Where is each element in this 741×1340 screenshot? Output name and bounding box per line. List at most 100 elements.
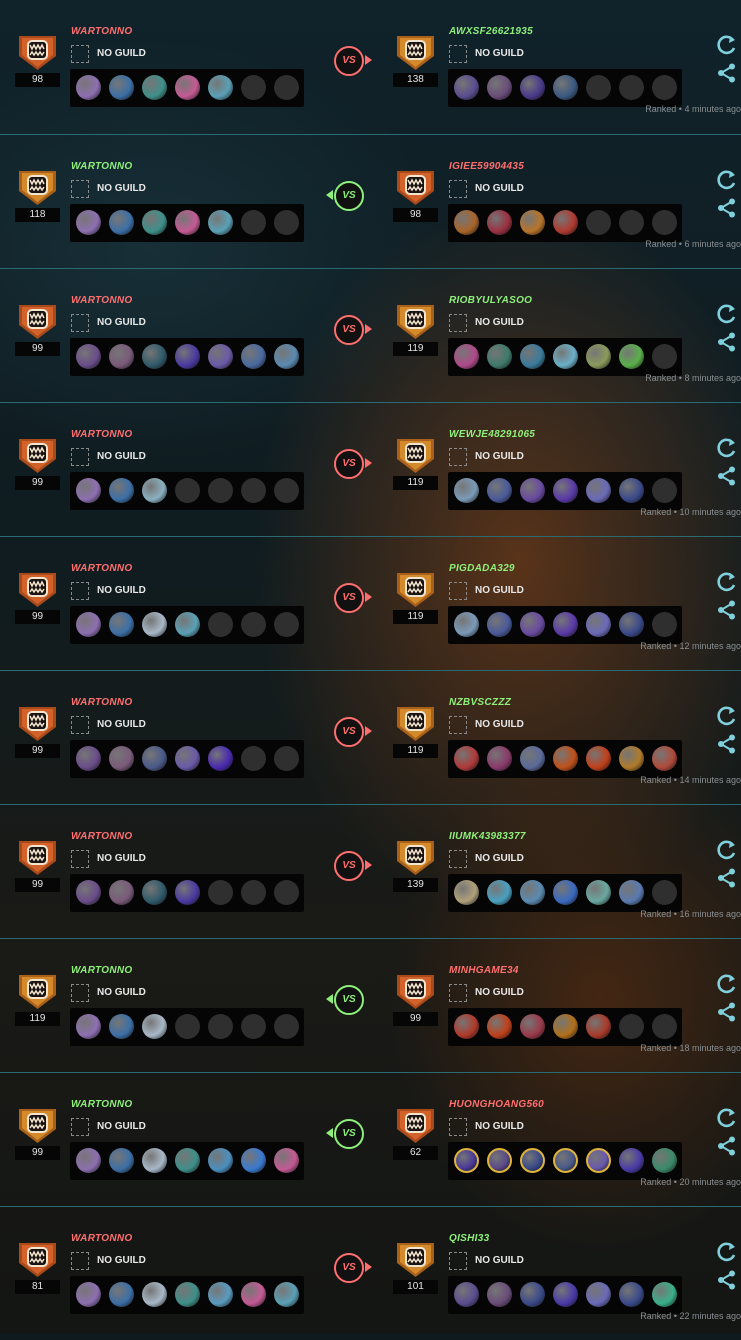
replay-icon[interactable] [716, 571, 738, 593]
player-name-link[interactable]: WARTONNO [71, 697, 132, 708]
champion-portrait-icon[interactable] [142, 1148, 167, 1173]
champion-portrait-icon[interactable] [487, 1282, 512, 1307]
share-icon[interactable] [716, 733, 738, 755]
champion-portrait-icon[interactable] [142, 1014, 167, 1039]
champion-portrait-icon[interactable] [454, 1148, 479, 1173]
champion-portrait-icon[interactable] [175, 210, 200, 235]
champion-portrait-icon[interactable] [175, 344, 200, 369]
champion-portrait-icon[interactable] [520, 1148, 545, 1173]
champion-portrait-icon[interactable] [76, 344, 101, 369]
champion-portrait-icon[interactable] [175, 1282, 200, 1307]
champion-portrait-icon[interactable] [586, 746, 611, 771]
champion-portrait-icon[interactable] [454, 612, 479, 637]
player-name-link[interactable]: WARTONNO [71, 429, 132, 440]
champion-portrait-icon[interactable] [142, 880, 167, 905]
champion-portrait-icon[interactable] [142, 210, 167, 235]
champion-portrait-icon[interactable] [109, 1148, 134, 1173]
champion-portrait-icon[interactable] [142, 746, 167, 771]
champion-portrait-icon[interactable] [109, 75, 134, 100]
champion-portrait-icon[interactable] [274, 1148, 299, 1173]
champion-portrait-icon[interactable] [487, 210, 512, 235]
champion-portrait-icon[interactable] [142, 1282, 167, 1307]
champion-portrait-icon[interactable] [109, 210, 134, 235]
champion-portrait-icon[interactable] [553, 1282, 578, 1307]
replay-icon[interactable] [716, 169, 738, 191]
champion-portrait-icon[interactable] [274, 344, 299, 369]
champion-portrait-icon[interactable] [487, 344, 512, 369]
share-icon[interactable] [716, 197, 738, 219]
champion-portrait-icon[interactable] [652, 1148, 677, 1173]
replay-icon[interactable] [716, 1107, 738, 1129]
champion-portrait-icon[interactable] [619, 746, 644, 771]
champion-portrait-icon[interactable] [553, 612, 578, 637]
champion-portrait-icon[interactable] [652, 1282, 677, 1307]
player-name-link[interactable]: WARTONNO [71, 161, 132, 172]
champion-portrait-icon[interactable] [454, 344, 479, 369]
champion-portrait-icon[interactable] [520, 1282, 545, 1307]
champion-portrait-icon[interactable] [109, 746, 134, 771]
champion-portrait-icon[interactable] [175, 746, 200, 771]
champion-portrait-icon[interactable] [487, 1148, 512, 1173]
champion-portrait-icon[interactable] [142, 478, 167, 503]
champion-portrait-icon[interactable] [520, 746, 545, 771]
champion-portrait-icon[interactable] [487, 1014, 512, 1039]
player-name-link[interactable]: WARTONNO [71, 563, 132, 574]
champion-portrait-icon[interactable] [454, 746, 479, 771]
champion-portrait-icon[interactable] [619, 612, 644, 637]
player-name-link[interactable]: AWXSF26621935 [449, 26, 533, 37]
share-icon[interactable] [716, 62, 738, 84]
player-name-link[interactable]: WARTONNO [71, 295, 132, 306]
champion-portrait-icon[interactable] [208, 210, 233, 235]
champion-portrait-icon[interactable] [76, 1282, 101, 1307]
replay-icon[interactable] [716, 705, 738, 727]
champion-portrait-icon[interactable] [76, 880, 101, 905]
champion-portrait-icon[interactable] [553, 746, 578, 771]
champion-portrait-icon[interactable] [454, 210, 479, 235]
champion-portrait-icon[interactable] [76, 1148, 101, 1173]
share-icon[interactable] [716, 599, 738, 621]
champion-portrait-icon[interactable] [241, 1148, 266, 1173]
champion-portrait-icon[interactable] [586, 880, 611, 905]
champion-portrait-icon[interactable] [553, 880, 578, 905]
champion-portrait-icon[interactable] [520, 880, 545, 905]
champion-portrait-icon[interactable] [109, 1014, 134, 1039]
champion-portrait-icon[interactable] [175, 1148, 200, 1173]
champion-portrait-icon[interactable] [586, 1148, 611, 1173]
champion-portrait-icon[interactable] [274, 1282, 299, 1307]
champion-portrait-icon[interactable] [619, 344, 644, 369]
champion-portrait-icon[interactable] [175, 75, 200, 100]
player-name-link[interactable]: WARTONNO [71, 965, 132, 976]
champion-portrait-icon[interactable] [553, 1014, 578, 1039]
player-name-link[interactable]: WARTONNO [71, 1233, 132, 1244]
champion-portrait-icon[interactable] [208, 746, 233, 771]
champion-portrait-icon[interactable] [76, 210, 101, 235]
champion-portrait-icon[interactable] [619, 1282, 644, 1307]
champion-portrait-icon[interactable] [553, 210, 578, 235]
champion-portrait-icon[interactable] [487, 880, 512, 905]
share-icon[interactable] [716, 1269, 738, 1291]
champion-portrait-icon[interactable] [454, 75, 479, 100]
player-name-link[interactable]: NZBVSCZZZ [449, 697, 511, 708]
champion-portrait-icon[interactable] [109, 880, 134, 905]
player-name-link[interactable]: WARTONNO [71, 26, 132, 37]
champion-portrait-icon[interactable] [586, 612, 611, 637]
share-icon[interactable] [716, 867, 738, 889]
replay-icon[interactable] [716, 973, 738, 995]
champion-portrait-icon[interactable] [76, 75, 101, 100]
champion-portrait-icon[interactable] [487, 75, 512, 100]
champion-portrait-icon[interactable] [553, 1148, 578, 1173]
champion-portrait-icon[interactable] [454, 1282, 479, 1307]
champion-portrait-icon[interactable] [520, 612, 545, 637]
share-icon[interactable] [716, 1001, 738, 1023]
champion-portrait-icon[interactable] [520, 210, 545, 235]
champion-portrait-icon[interactable] [619, 880, 644, 905]
champion-portrait-icon[interactable] [619, 1148, 644, 1173]
champion-portrait-icon[interactable] [109, 344, 134, 369]
champion-portrait-icon[interactable] [454, 1014, 479, 1039]
player-name-link[interactable]: HUONGHOANG560 [449, 1099, 544, 1110]
champion-portrait-icon[interactable] [520, 75, 545, 100]
champion-portrait-icon[interactable] [553, 478, 578, 503]
player-name-link[interactable]: WEWJE48291065 [449, 429, 535, 440]
champion-portrait-icon[interactable] [586, 478, 611, 503]
champion-portrait-icon[interactable] [454, 478, 479, 503]
